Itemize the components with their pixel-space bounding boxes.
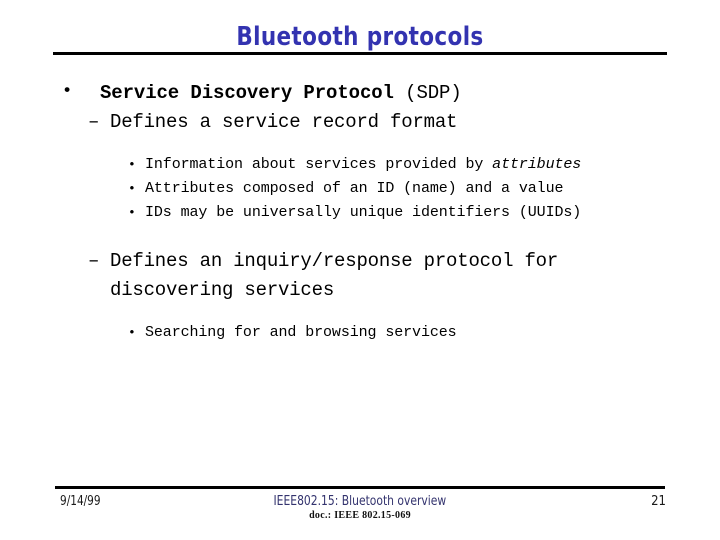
bullet-level3-text: Information about services provided by a…	[145, 153, 658, 177]
bullet-level2: – Defines a service record format	[0, 108, 720, 137]
page-title: Bluetooth protocols	[236, 22, 484, 52]
bullet-level3-text: Searching for and browsing services	[145, 324, 457, 341]
bullet-level1-bold: Service Discovery Protocol	[100, 82, 406, 104]
title-divider	[53, 52, 667, 55]
bullet-level3: • Information about services provided by…	[0, 153, 720, 177]
bullet-level1-text: Service Discovery Protocol (SDP)	[100, 78, 462, 108]
slide-footer: 9/14/99 IEEE802.15: Bluetooth overview 2…	[0, 494, 720, 534]
bullet-level3-text: IDs may be universally unique identifier…	[145, 204, 582, 221]
bullet-marker-level1: •	[62, 82, 73, 101]
footer-doc-reference: doc.: IEEE 802.15-069	[309, 510, 411, 521]
bullet-marker-level3: •	[128, 181, 136, 196]
bullet-level3-plain: Information about services provided by	[145, 156, 493, 173]
bullet-marker-level2: –	[88, 250, 100, 272]
bullet-level3: • Attributes composed of an ID (name) an…	[0, 177, 720, 201]
bullet-level1-light: (SDP)	[405, 82, 462, 104]
bullet-level2: – Defines an inquiry/response protocol f…	[0, 247, 720, 305]
bullet-marker-level3: •	[128, 325, 136, 340]
page-number: 21	[651, 494, 666, 509]
bullet-level3-emphasis: attributes	[492, 156, 582, 173]
bullet-level2-text: Defines a service record format	[110, 111, 458, 133]
bullet-level3: • Searching for and browsing services	[0, 321, 720, 345]
bullet-marker-level3: •	[128, 205, 136, 220]
bullet-marker-level2: –	[88, 111, 100, 133]
bullet-level3: • IDs may be universally unique identifi…	[0, 201, 720, 225]
slide-title-block: Bluetooth protocols	[0, 22, 720, 52]
slide-body: • Service Discovery Protocol (SDP) – Def…	[0, 78, 720, 345]
bullet-level2-text: Defines an inquiry/response protocol for…	[110, 250, 559, 301]
slide-canvas: Bluetooth protocols • Service Discovery …	[0, 0, 720, 540]
bullet-level3-text: Attributes composed of an ID (name) and …	[145, 180, 564, 197]
bullet-level1: • Service Discovery Protocol (SDP)	[0, 78, 720, 108]
footer-title: IEEE802.15: Bluetooth overview	[0, 494, 720, 509]
footer-title-text: IEEE802.15: Bluetooth overview	[273, 494, 447, 509]
bullet-marker-level3: •	[128, 157, 136, 172]
footer-divider	[55, 486, 665, 489]
